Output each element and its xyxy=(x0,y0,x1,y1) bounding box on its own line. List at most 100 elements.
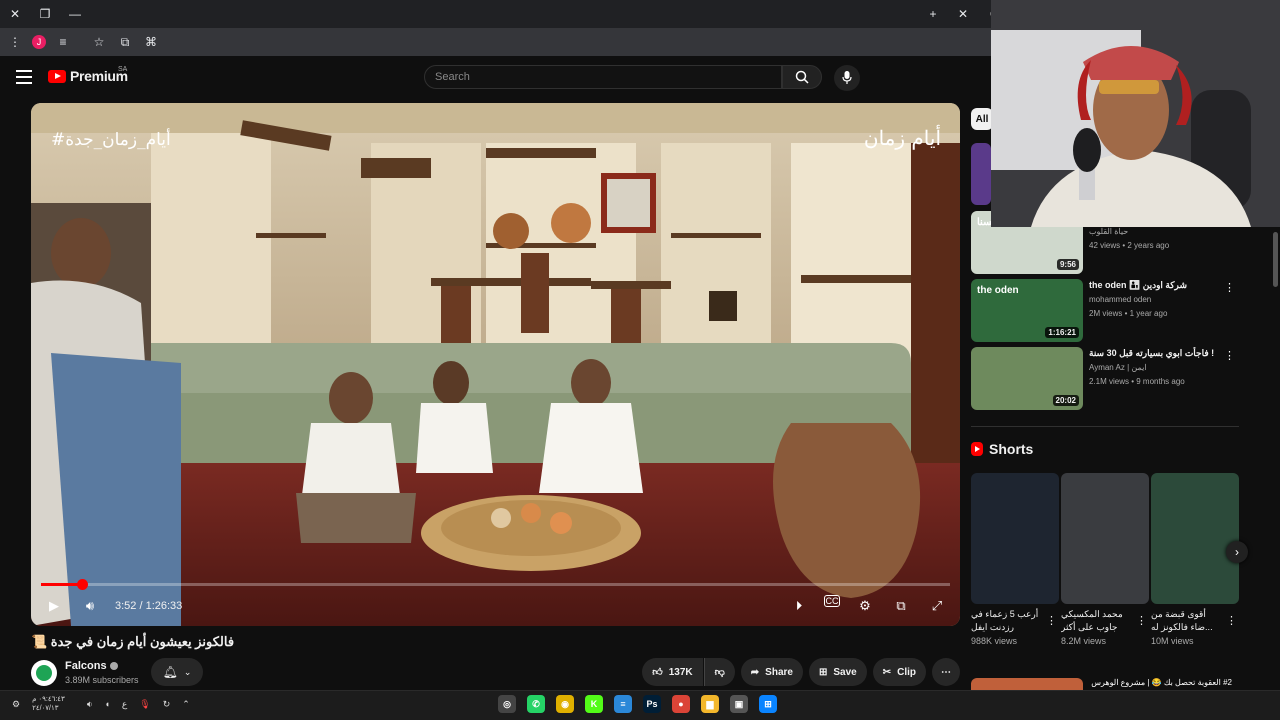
more-options-icon[interactable]: ⋮ xyxy=(6,33,24,51)
channel-row: Falcons 3.89M subscribers 🔔︎ ⌄ 👍︎ 137K 👎︎ … xyxy=(31,656,960,690)
search-button[interactable] xyxy=(782,65,822,89)
recommendation-item[interactable]: 20:02 فاجأت ابوي بسيارته قبل 30 سنة ! Ayma… xyxy=(971,347,1241,411)
rec-info: the oden 👨‍👦 شركة اودين mohammed oden 2M v… xyxy=(1089,279,1229,321)
rec-duration: 9:56 xyxy=(1056,259,1079,270)
scrollbar-track[interactable] xyxy=(1271,227,1280,690)
extension-icon[interactable]: ⌘ xyxy=(142,33,160,51)
save-button[interactable]: ⊞ Save xyxy=(808,658,867,686)
short-thumbnail xyxy=(1061,473,1149,604)
rec-duration: 20:02 xyxy=(1052,395,1079,406)
subscriber-count: 3.89M subscribers xyxy=(65,675,139,685)
search-input[interactable]: Search xyxy=(424,65,782,89)
explorer-app-icon[interactable]: ▆ xyxy=(701,695,719,713)
virtual-app-icon[interactable]: ▣ xyxy=(730,695,748,713)
short-views: 8.2M views xyxy=(1061,636,1107,646)
short-item[interactable]: أقوى قبضة من ...ضاء فالكونز له 10M views ⋮ xyxy=(1151,473,1239,646)
share-icon: ➦ xyxy=(750,666,760,678)
discord-app-icon[interactable]: ◉ xyxy=(556,695,574,713)
recommendation-item[interactable]: the oden 1:16:21 the oden 👨‍👦 شركة اودين mo… xyxy=(971,279,1241,343)
short-views: 988K views xyxy=(971,636,1018,646)
windows-taskbar: ⚙ ٠٩:٤٦:٤٣ م ٢٤/٠٧/١٣ 🔉︎ ◖ ع 🎙︎ ↻ ⌃ ◎ ✆ ◉ K ≡… xyxy=(0,690,1280,720)
rec-thumbnail: 20:02 xyxy=(971,347,1083,410)
chrome-app-icon[interactable]: ● xyxy=(672,695,690,713)
shorts-next-chevron-icon[interactable]: › xyxy=(1226,541,1248,563)
rec-channel[interactable]: mohammed oden xyxy=(1089,293,1229,307)
voice-search-button[interactable] xyxy=(834,65,860,91)
fullscreen-icon[interactable]: ⤢ xyxy=(926,595,948,617)
like-button[interactable]: 👍︎ 137K xyxy=(642,658,703,686)
rec-menu-icon[interactable]: ⋮ xyxy=(1224,281,1235,294)
rec-title[interactable]: فاجأت ابوي بسيارته قبل 30 سنة ! xyxy=(1089,347,1229,361)
search-icon xyxy=(795,70,809,84)
player-controls: ▶ 🔊︎ 3:52 / 1:26:33 ⏵ CC ⚙ ⧉ ⤢ xyxy=(31,586,960,626)
cast-icon[interactable]: ⧉ xyxy=(116,33,134,51)
miniplayer-icon[interactable]: ⧉ xyxy=(890,595,912,617)
bluetooth-app-icon[interactable]: ◎ xyxy=(498,695,516,713)
tray-chevron-icon[interactable]: ⌃ xyxy=(182,699,190,710)
dislike-button[interactable]: 👎︎ xyxy=(703,658,735,686)
play-icon[interactable]: ▶ xyxy=(43,595,65,617)
short-menu-icon[interactable]: ⋮ xyxy=(1226,614,1237,627)
playlist-icon[interactable]: ≡ xyxy=(54,33,72,51)
rec-menu-icon[interactable]: ⋮ xyxy=(1224,349,1235,362)
short-thumbnail xyxy=(971,473,1059,604)
clock[interactable]: ٠٩:٤٦:٤٣ م ٢٤/٠٧/١٣ xyxy=(32,695,65,713)
kick-app-icon[interactable]: K xyxy=(585,695,603,713)
close-tab-icon[interactable]: ✕ xyxy=(948,0,978,28)
windows-app-icon[interactable]: ⊞ xyxy=(759,695,777,713)
whatsapp-app-icon[interactable]: ✆ xyxy=(527,695,545,713)
clip-button[interactable]: ✂ Clip xyxy=(872,658,926,686)
rec-duration: 1:16:21 xyxy=(1045,327,1079,338)
rec-channel[interactable]: Ayman Az | ايمن xyxy=(1089,361,1229,375)
photoshop-app-icon[interactable]: Ps xyxy=(643,695,661,713)
language-indicator[interactable]: ع xyxy=(122,699,127,710)
scrollbar-thumb[interactable] xyxy=(1273,232,1278,287)
youtube-logo[interactable]: Premium SA xyxy=(48,66,128,84)
short-item[interactable]: أرعب 5 زعماء في رزدنت ايفل 988K views ⋮ xyxy=(971,473,1059,646)
minimize-window-icon[interactable]: — xyxy=(60,0,90,28)
webcam-feed xyxy=(991,0,1280,227)
rec-channel[interactable]: حياة القلوب xyxy=(1089,225,1229,239)
recording-mic-icon[interactable]: 🎙︎ xyxy=(139,699,150,710)
region-code: SA xyxy=(118,66,128,73)
share-button[interactable]: ➦ Share xyxy=(740,658,803,686)
more-actions-button[interactable]: ⋯ xyxy=(932,658,960,686)
autoplay-toggle-icon[interactable]: ⏵ xyxy=(788,595,810,617)
speaker-icon[interactable]: 🔉︎ xyxy=(87,699,93,710)
audio-icon[interactable]: ◖ xyxy=(104,699,109,709)
scissors-icon: ✂ xyxy=(882,666,892,678)
microphone-icon xyxy=(842,71,852,84)
close-window-icon[interactable]: ✕ xyxy=(0,0,30,28)
notes-app-icon[interactable]: ≡ xyxy=(614,695,632,713)
restore-window-icon[interactable]: ❐ xyxy=(30,0,60,28)
video-player[interactable]: #أيام_زمان_جدة أيام زمان ▶ 🔊︎ 3:52 / 1:2… xyxy=(31,103,960,626)
short-menu-icon[interactable]: ⋮ xyxy=(1136,614,1147,627)
save-icon: ⊞ xyxy=(818,666,828,678)
sync-icon[interactable]: ↻ xyxy=(163,699,171,710)
volume-icon[interactable]: 🔊︎ xyxy=(79,595,101,617)
network-icon[interactable]: ⚙ xyxy=(12,699,20,710)
rec-info: فاجأت ابوي بسيارته قبل 30 سنة ! Ayman Az … xyxy=(1089,347,1229,389)
video-title: فالكونز يعيشون أيام زمان في جدة 📜 xyxy=(31,634,235,649)
short-item[interactable]: محمد المكسيكي جاوب على أكثر 8.2M views ⋮ xyxy=(1061,473,1149,646)
rec-title[interactable]: the oden 👨‍👦 شركة اودين xyxy=(1089,279,1229,293)
rec-meta: 2.1M views • 9 months ago xyxy=(1089,377,1185,386)
captions-icon[interactable]: CC xyxy=(824,595,840,607)
rec-thumbnail xyxy=(971,143,991,205)
short-menu-icon[interactable]: ⋮ xyxy=(1046,614,1057,627)
channel-name[interactable]: Falcons xyxy=(65,660,118,672)
rec-thumb-label: the oden xyxy=(977,285,1019,296)
chevron-down-icon: ⌄ xyxy=(183,666,192,677)
settings-gear-icon[interactable]: ⚙ xyxy=(854,595,876,617)
shorts-logo-icon xyxy=(971,442,983,456)
channel-avatar[interactable] xyxy=(31,660,57,686)
chip-all[interactable]: All xyxy=(971,108,993,130)
hamburger-menu-icon[interactable] xyxy=(16,70,32,84)
youtube-play-icon xyxy=(48,69,66,83)
thumbs-up-icon: 👍︎ xyxy=(652,667,663,678)
profile-avatar[interactable]: J xyxy=(32,35,46,49)
section-divider xyxy=(971,426,1239,427)
notification-bell-button[interactable]: 🔔︎ ⌄ xyxy=(151,658,203,686)
bookmark-star-icon[interactable]: ☆ xyxy=(90,33,108,51)
new-tab-icon[interactable]: + xyxy=(918,0,948,28)
